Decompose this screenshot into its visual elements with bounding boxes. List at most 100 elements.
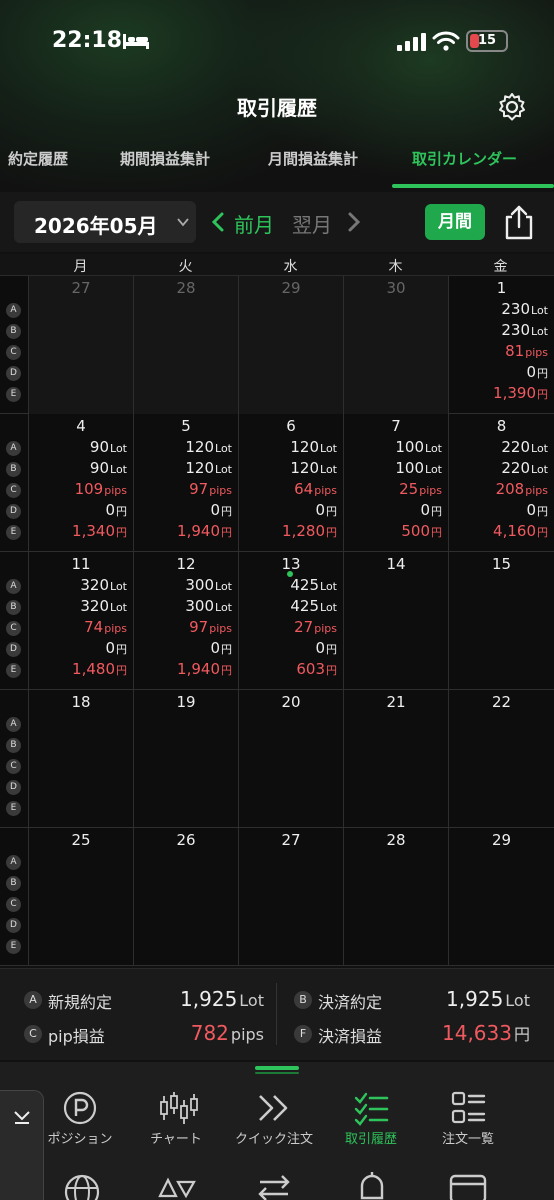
calendar-day-cell[interactable]: 28	[133, 276, 238, 414]
battery-indicator: 15	[466, 30, 508, 52]
day-value-a: 320Lot	[80, 576, 127, 594]
card-icon[interactable]	[448, 1170, 488, 1200]
calendar-day-cell[interactable]: 12 300Lot 300Lot 97pips 0円 1,940円	[133, 552, 238, 690]
nav-order-list[interactable]: 注文一覧	[420, 1088, 516, 1148]
day-value-d: 0円	[526, 501, 548, 519]
next-month-label: 翌月	[292, 213, 332, 237]
quick-order-icon	[259, 1095, 288, 1121]
wifi-icon	[432, 31, 460, 51]
calendar-week-row: A B C D E 4 90Lot 90Lot 109pips 0円 1,340円 5 120Lot 12…	[0, 414, 554, 552]
calendar-day-cell[interactable]: 7 100Lot 100Lot 25pips 0円 500円	[343, 414, 448, 552]
calendar-day-cell[interactable]: 21	[343, 690, 448, 828]
calendar-day-cell[interactable]: 29	[448, 828, 554, 966]
summary-badge: F	[294, 1025, 312, 1043]
day-value-d: 0円	[105, 501, 127, 519]
calendar-day-cell[interactable]: 20	[238, 690, 343, 828]
calendar-day-cell[interactable]: 1 230Lot 230Lot 81pips 0円 1,390円	[448, 276, 554, 414]
calendar-day-cell[interactable]: 30	[343, 276, 448, 414]
tab-period-pl[interactable]: 期間損益集計	[120, 148, 210, 169]
day-value-a: 220Lot	[501, 438, 548, 456]
gear-icon[interactable]	[497, 92, 527, 122]
monthly-summary: A 新規約定 1,925 Lot C pip損益 782 pips B 決済約定 1…	[0, 968, 554, 1060]
day-number: 20	[281, 693, 301, 711]
page-title: 取引履歴	[237, 96, 317, 120]
day-value-e: 1,940円	[177, 522, 232, 540]
day-value-b: 230Lot	[501, 321, 548, 339]
calendar-day-cell[interactable]: 5 120Lot 120Lot 97pips 0円 1,940円	[133, 414, 238, 552]
globe-icon[interactable]	[62, 1170, 102, 1200]
calendar-day-cell[interactable]: 8 220Lot 220Lot 208pips 0円 4,160円	[448, 414, 554, 552]
day-value-a: 230Lot	[501, 300, 548, 318]
calendar-day-cell[interactable]: 14	[343, 552, 448, 690]
calendar-day-cell[interactable]: 22	[448, 690, 554, 828]
calendar-day-cell[interactable]: 29	[238, 276, 343, 414]
day-number: 27	[71, 279, 91, 297]
calendar-day-cell[interactable]: 27	[28, 276, 133, 414]
drawer-handle[interactable]	[255, 1066, 299, 1070]
calendar-day-cell[interactable]: 4 90Lot 90Lot 109pips 0円 1,340円	[28, 414, 133, 552]
day-value-a: 425Lot	[290, 576, 337, 594]
nav-quick-order[interactable]: クイック注文	[226, 1088, 322, 1148]
calendar-day-cell[interactable]: 13 425Lot 425Lot 27pips 0円 603円	[238, 552, 343, 690]
legend-badge: D	[6, 780, 21, 795]
triangle-updown-icon[interactable]	[156, 1170, 196, 1200]
share-icon[interactable]	[502, 204, 536, 240]
day-value-d: 0円	[315, 639, 337, 657]
day-number: 22	[491, 693, 512, 711]
month-selector[interactable]: 2026年05月	[14, 201, 196, 243]
nav-label: クイック注文	[234, 1132, 313, 1147]
sleep-focus-icon	[123, 34, 149, 49]
day-value-b: 90Lot	[89, 459, 127, 477]
calendar-day-cell[interactable]: 26	[133, 828, 238, 966]
day-value-b: 425Lot	[290, 597, 337, 615]
status-time: 22:18	[52, 28, 123, 53]
bottom-navigation: ポジション チャート クイック注文 取引履歴 注文一覧	[0, 1062, 554, 1200]
tab-execution-history[interactable]: 約定履歴	[8, 148, 68, 169]
summary-badge: C	[24, 1025, 42, 1043]
calendar-week-row: A B C D E 11 320Lot 320Lot 74pips 0円 1,480円 12 300Lo…	[0, 552, 554, 690]
weekday-label: 水	[283, 259, 298, 275]
nav-chart[interactable]: チャート	[128, 1088, 224, 1148]
calendar-day-cell[interactable]: 19	[133, 690, 238, 828]
day-number: 28	[386, 831, 406, 849]
nav-position[interactable]: ポジション	[32, 1088, 128, 1148]
calendar-day-cell[interactable]: 27	[238, 828, 343, 966]
day-value-c: 25pips	[399, 480, 442, 498]
calendar-day-cell[interactable]: 6 120Lot 120Lot 64pips 0円 1,280円	[238, 414, 343, 552]
calendar-day-cell[interactable]: 11 320Lot 320Lot 74pips 0円 1,480円	[28, 552, 133, 690]
summary-label: 決済損益	[318, 1027, 383, 1046]
legend-badge: C	[6, 345, 21, 360]
legend-badge: D	[6, 366, 21, 381]
day-value-a: 300Lot	[185, 576, 232, 594]
prev-month-button[interactable]: 前月	[210, 209, 280, 239]
calendar-day-cell[interactable]: 18	[28, 690, 133, 828]
day-number: 29	[491, 831, 512, 849]
legend-badge: A	[6, 441, 21, 456]
summary-label: 新規約定	[48, 993, 113, 1012]
summary-value: 1,925 Lot	[446, 987, 530, 1011]
day-number: 21	[386, 693, 406, 711]
status-bar: 22:18 15	[0, 0, 554, 80]
day-value-b: 100Lot	[395, 459, 442, 477]
calendar-day-cell[interactable]: 28	[343, 828, 448, 966]
calendar-day-cell[interactable]: 15	[448, 552, 554, 690]
transfer-icon[interactable]	[254, 1170, 294, 1200]
day-value-e: 603円	[296, 660, 337, 678]
day-value-b: 320Lot	[80, 597, 127, 615]
period-toggle-button[interactable]: 月間	[425, 204, 485, 240]
day-number: 6	[286, 417, 296, 435]
legend-badge: D	[6, 918, 21, 933]
tab-trade-calendar[interactable]: 取引カレンダー	[412, 148, 517, 169]
calendar-day-cell[interactable]: 25	[28, 828, 133, 966]
bell-icon[interactable]	[352, 1170, 392, 1200]
order-list-icon	[451, 1091, 486, 1124]
weekday-header: 月火水木金	[0, 254, 554, 276]
nav-trade-history[interactable]: 取引履歴	[323, 1088, 419, 1148]
day-value-c: 97pips	[189, 480, 232, 498]
day-value-d: 0円	[210, 639, 232, 657]
tab-bar: 約定履歴 期間損益集計 月間損益集計 取引カレンダー	[0, 140, 554, 190]
tab-monthly-pl[interactable]: 月間損益集計	[268, 148, 358, 169]
summary-badge: A	[24, 991, 42, 1009]
next-month-button[interactable]: 翌月	[292, 209, 362, 239]
calendar-toolbar: 2026年05月 前月 翌月 月間	[0, 192, 554, 252]
